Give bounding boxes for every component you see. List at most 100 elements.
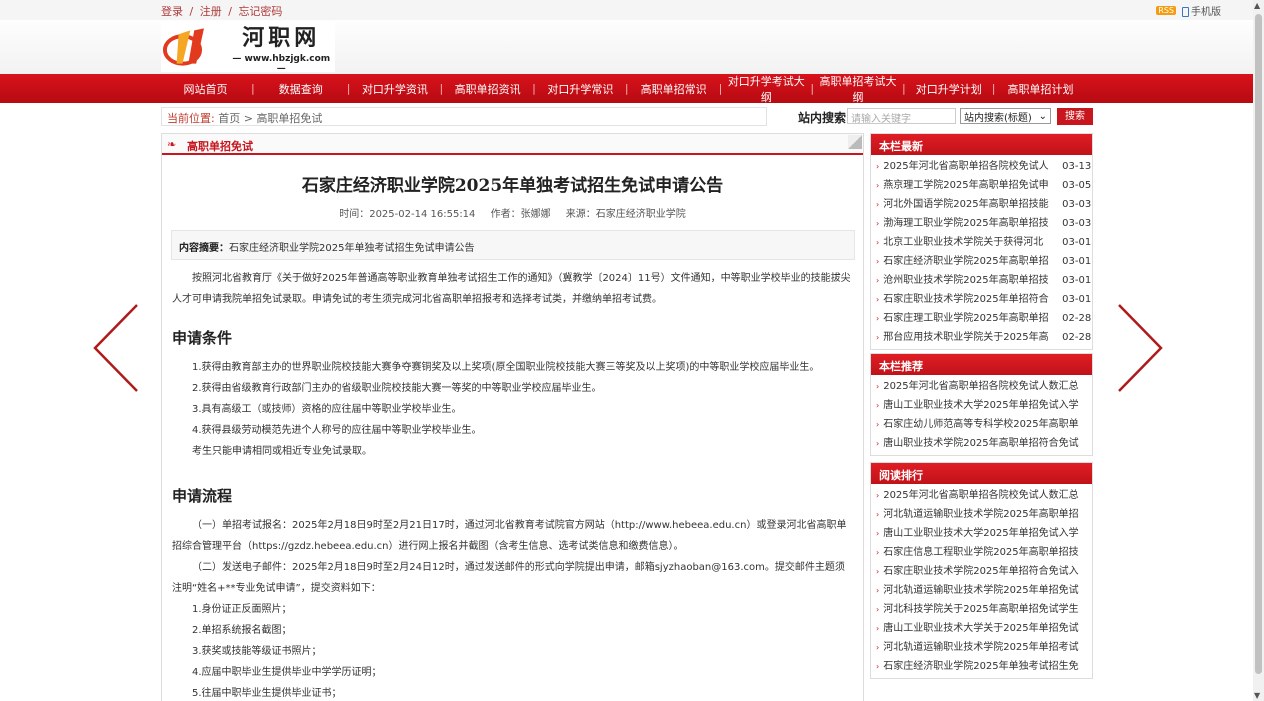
sidebar-latest: 本栏最新 › 2025年河北省高职单招各院校免试人 03-13 › 燕京理工学院2025… <box>870 133 1093 350</box>
sidebar-item-title[interactable]: 石家庄职业技术学院2025年单招符合免试入 <box>883 562 1088 581</box>
sidebar-item-title[interactable]: 河北外国语学院2025年高职单招技能 <box>883 195 1057 214</box>
material-item: 1.身份证正反面照片； <box>192 604 292 615</box>
login-link[interactable]: 登录 <box>161 5 183 18</box>
sidebar-item-title[interactable]: 石家庄职业技术学院2025年单招符合 <box>883 290 1057 309</box>
sidebar-item-title[interactable]: 燕京理工学院2025年高职单招免试申 <box>883 176 1057 195</box>
sidebar-item-title[interactable]: 唐山工业职业技术大学2025年单招免试入学 <box>883 396 1088 415</box>
breadcrumb-current[interactable]: 高职单招免试 <box>256 112 322 125</box>
nav-item-outline-1[interactable]: 对口升学考试大纲 <box>723 73 809 105</box>
sidebar-list-item[interactable]: › 2025年河北省高职单招各院校免试人数汇总 <box>876 486 1092 505</box>
sidebar-list-item[interactable]: › 河北轨道运输职业技术学院2025年高职单招 <box>876 505 1092 524</box>
bullet-icon: › <box>876 491 880 500</box>
sidebar-list-item[interactable]: › 2025年河北省高职单招各院校免试人数汇总 <box>876 377 1092 396</box>
rss-icon[interactable]: RSS <box>1156 6 1176 15</box>
sidebar-list-item[interactable]: › 石家庄幼儿师范高等专科学校2025年高职单 <box>876 415 1092 434</box>
nav-item-knowledge-1[interactable]: 对口升学常识 <box>537 81 624 97</box>
sidebar-item-title[interactable]: 渤海理工职业学院2025年高职单招技 <box>883 214 1057 233</box>
article-author: 作者：张娜娜 <box>490 209 551 220</box>
search-scope-select[interactable]: 站内搜索(标题) ⌄ <box>960 108 1051 124</box>
nav-item-home[interactable]: 网站首页 <box>161 81 250 97</box>
site-header: 河职网 — www.hbzjgk.com — <box>0 20 1253 74</box>
sidebar-item-title[interactable]: 河北轨道运输职业技术学院2025年单招免试 <box>883 581 1088 600</box>
prev-arrow-icon[interactable] <box>92 303 142 393</box>
sidebar-item-title[interactable]: 唐山工业职业技术大学关于2025年单招免试 <box>883 619 1088 638</box>
next-arrow-icon[interactable] <box>1114 303 1164 393</box>
sidebar-item-title[interactable]: 石家庄幼儿师范高等专科学校2025年高职单 <box>883 415 1088 434</box>
sidebar-item-title[interactable]: 2025年河北省高职单招各院校免试人数汇总 <box>883 486 1088 505</box>
scroll-down-icon[interactable]: ▼ <box>1254 691 1260 700</box>
nav-item-plan-1[interactable]: 对口升学计划 <box>907 81 991 97</box>
summary-label: 内容摘要： <box>179 243 229 254</box>
bullet-icon: › <box>876 439 880 448</box>
sidebar-item-date: 03-13 <box>1062 161 1092 172</box>
nav-item-knowledge-2[interactable]: 高职单招常识 <box>630 81 718 97</box>
search-input[interactable]: 请输入关键字 <box>847 108 956 125</box>
sidebar-item-title[interactable]: 2025年河北省高职单招各院校免试人 <box>883 157 1057 176</box>
nav-item-news-2[interactable]: 高职单招资讯 <box>444 81 531 97</box>
sidebar-list-item[interactable]: › 石家庄职业技术学院2025年单招符合免试入 <box>876 562 1092 581</box>
sidebar-item-title[interactable]: 河北轨道运输职业技术学院2025年高职单招 <box>883 505 1088 524</box>
sidebar-item-title[interactable]: 北京工业职业技术学院关于获得河北 <box>883 233 1057 252</box>
section-icon: ❧ <box>167 138 177 151</box>
sidebar-item-title[interactable]: 河北轨道运输职业技术学院2025年单招考试 <box>883 638 1088 657</box>
sidebar-list-item[interactable]: › 石家庄职业技术学院2025年单招符合 03-01 <box>876 290 1092 309</box>
article-panel-header: ❧ 高职单招免试 <box>162 134 863 155</box>
bullet-icon: › <box>876 567 880 576</box>
bullet-icon: › <box>876 238 880 247</box>
recommend-list: › 2025年河北省高职单招各院校免试人数汇总 › 唐山工业职业技术大学2025年单招… <box>871 375 1092 455</box>
sidebar-list-item[interactable]: › 河北外国语学院2025年高职单招技能 03-03 <box>876 195 1092 214</box>
section-title[interactable]: 高职单招免试 <box>187 138 253 154</box>
corner-decoration <box>848 135 862 149</box>
sidebar-list-item[interactable]: › 唐山职业技术学院2025年高职单招符合免试 <box>876 434 1092 453</box>
sidebar-item-title[interactable]: 石家庄信息工程职业学院2025年高职单招技 <box>883 543 1088 562</box>
sidebar-item-title[interactable]: 2025年河北省高职单招各院校免试人数汇总 <box>883 377 1088 396</box>
nav-item-plan-2[interactable]: 高职单招计划 <box>996 81 1084 97</box>
article-summary: 内容摘要：石家庄经济职业学院2025年单独考试招生免试申请公告 <box>171 230 855 260</box>
sidebar-list-item[interactable]: › 河北轨道运输职业技术学院2025年单招考试 <box>876 638 1092 657</box>
sidebar-item-title[interactable]: 唐山工业职业技术大学2025年单招免试入学 <box>883 524 1088 543</box>
scroll-up-icon[interactable]: ▲ <box>1254 1 1260 10</box>
sidebar-item-title[interactable]: 沧州职业技术学院2025年高职单招技 <box>883 271 1057 290</box>
material-item: 3.获奖或技能等级证书照片； <box>192 646 322 657</box>
sidebar-item-title[interactable]: 唐山职业技术学院2025年高职单招符合免试 <box>883 434 1088 453</box>
search-label: 站内搜索 <box>798 111 847 125</box>
sidebar-list-item[interactable]: › 石家庄经济职业学院2025年单独考试招生免 <box>876 657 1092 676</box>
bullet-icon: › <box>876 624 880 633</box>
sidebar-list-item[interactable]: › 渤海理工职业学院2025年高职单招技 03-03 <box>876 214 1092 233</box>
mobile-version-link[interactable]: 手机版 <box>1182 3 1221 18</box>
scrollbar-thumb[interactable] <box>1255 14 1262 674</box>
nav-item-outline-2[interactable]: 高职单招考试大纲 <box>815 73 901 105</box>
sidebar-list-item[interactable]: › 石家庄经济职业学院2025年高职单招 03-01 <box>876 252 1092 271</box>
sidebar-list-item[interactable]: › 燕京理工学院2025年高职单招免试申 03-05 <box>876 176 1092 195</box>
breadcrumb-home[interactable]: 首页 <box>218 112 240 125</box>
sidebar-list-item[interactable]: › 石家庄理工职业学院2025年高职单招 02-28 <box>876 309 1092 328</box>
nav-item-news-1[interactable]: 对口升学资讯 <box>351 81 438 97</box>
sidebar-item-title[interactable]: 邢台应用技术职业学院关于2025年高 <box>883 328 1057 347</box>
sidebar-list-item[interactable]: › 唐山工业职业技术大学2025年单招免试入学 <box>876 396 1092 415</box>
article-source: 来源：石家庄经济职业学院 <box>565 209 686 220</box>
process-step-2: （二）发送电子邮件：2025年2月18日9时至2月24日12时，通过发送邮件的形… <box>172 562 845 594</box>
sidebar-list-item[interactable]: › 唐山工业职业技术大学2025年单招免试入学 <box>876 524 1092 543</box>
sidebar-list-item[interactable]: › 唐山工业职业技术大学关于2025年单招免试 <box>876 619 1092 638</box>
sidebar-list-item[interactable]: › 北京工业职业技术学院关于获得河北 03-01 <box>876 233 1092 252</box>
bullet-icon: › <box>876 529 880 538</box>
sidebar-item-title[interactable]: 石家庄理工职业学院2025年高职单招 <box>883 309 1057 328</box>
forgot-password-link[interactable]: 忘记密码 <box>238 5 282 18</box>
sidebar-list-item[interactable]: › 邢台应用技术职业学院关于2025年高 02-28 <box>876 328 1092 347</box>
condition-item: 1.获得由教育部主办的世界职业院校技能大赛争夺赛铜奖及以上奖项(原全国职业院校技… <box>192 362 820 373</box>
material-item: 2.单招系统报名截图； <box>192 625 292 636</box>
page-scrollbar[interactable]: ▲ ▼ <box>1253 0 1264 701</box>
sidebar-list-item[interactable]: › 2025年河北省高职单招各院校免试人 03-13 <box>876 157 1092 176</box>
sidebar-list-item[interactable]: › 河北轨道运输职业技术学院2025年单招免试 <box>876 581 1092 600</box>
sidebar-item-title[interactable]: 石家庄经济职业学院2025年高职单招 <box>883 252 1057 271</box>
nav-item-data-query[interactable]: 数据查询 <box>256 81 346 97</box>
sidebar-list-item[interactable]: › 沧州职业技术学院2025年高职单招技 03-01 <box>876 271 1092 290</box>
register-link[interactable]: 注册 <box>200 5 222 18</box>
sidebar-list-item[interactable]: › 河北科技学院关于2025年高职单招免试学生 <box>876 600 1092 619</box>
sidebar-list-item[interactable]: › 石家庄信息工程职业学院2025年高职单招技 <box>876 543 1092 562</box>
site-logo[interactable]: 河职网 — www.hbzjgk.com — <box>161 22 335 74</box>
sidebar-item-title[interactable]: 河北科技学院关于2025年高职单招免试学生 <box>883 600 1088 619</box>
bullet-icon: › <box>876 333 880 342</box>
search-button[interactable]: 搜索 <box>1057 108 1093 125</box>
sidebar-item-title[interactable]: 石家庄经济职业学院2025年单独考试招生免 <box>883 657 1088 676</box>
